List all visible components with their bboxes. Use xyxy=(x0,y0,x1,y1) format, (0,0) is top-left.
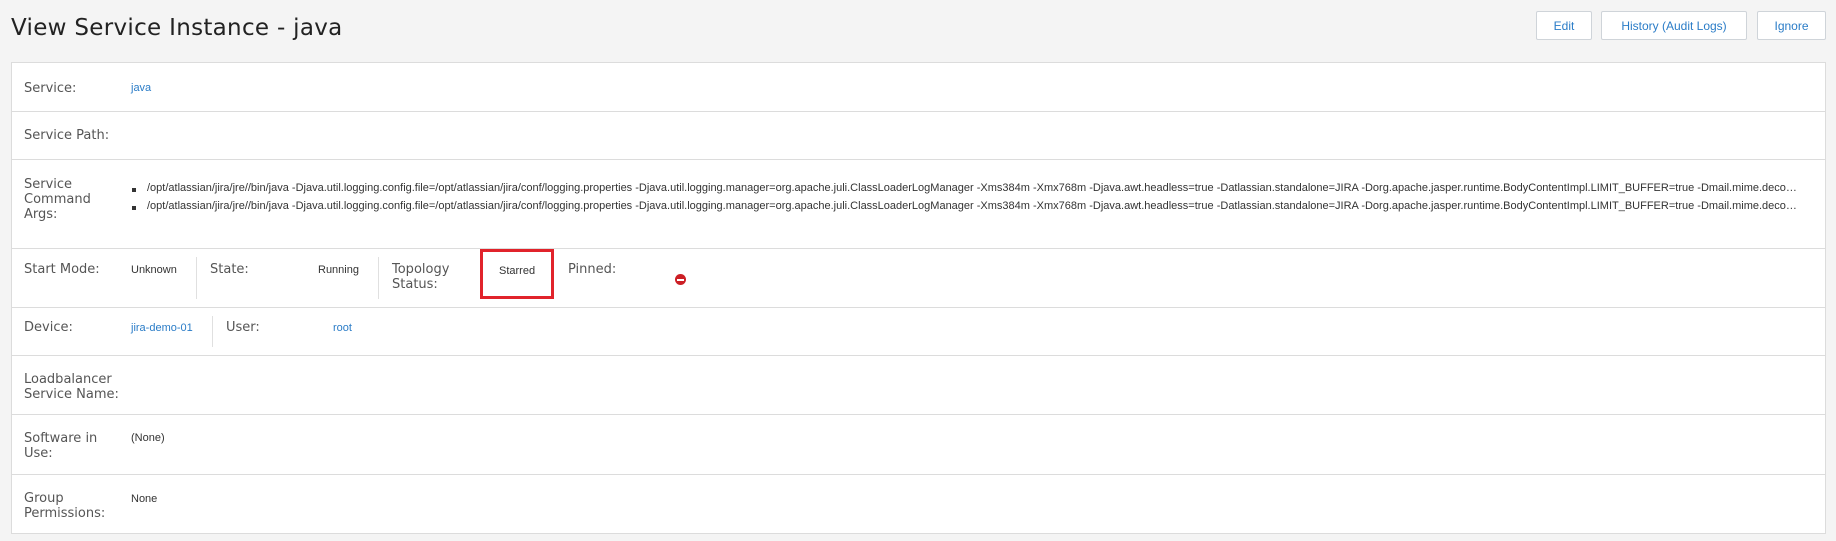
topology-status-label-line1: Topology xyxy=(392,262,450,277)
service-path-label: Service Path: xyxy=(24,128,110,143)
software-label-line1: Software in xyxy=(24,431,98,446)
group-permissions-label-line1: Group xyxy=(24,491,64,506)
device-label: Device: xyxy=(24,320,73,335)
start-mode-value: Unknown xyxy=(131,264,177,276)
command-args-row: Service Command Args: /opt/atlassian/jir… xyxy=(12,160,1825,249)
group-permissions-label-line2: Permissions: xyxy=(24,506,106,521)
pinned-label: Pinned: xyxy=(568,262,617,277)
group-permissions-value: None xyxy=(131,493,158,505)
page: View Service Instance - java Edit Histor… xyxy=(0,0,1836,541)
history-audit-logs-button[interactable]: History (Audit Logs) xyxy=(1601,11,1747,40)
command-args-item: /opt/atlassian/jira/jre//bin/java -Djava… xyxy=(131,182,1797,200)
remove-circle-icon[interactable] xyxy=(675,274,686,285)
command-args-label: Service Command Args: xyxy=(24,177,91,222)
state-value: Running xyxy=(318,264,359,276)
software-label-line2: Use: xyxy=(24,446,53,461)
software-value: (None) xyxy=(131,432,165,444)
device-row: Device: jira-demo-01 User: root xyxy=(12,308,1825,356)
loadbalancer-label-line2: Service Name: xyxy=(24,387,119,402)
command-args-item: /opt/atlassian/jira/jre//bin/java -Djava… xyxy=(131,200,1797,218)
service-row: Service: java xyxy=(12,63,1825,112)
loadbalancer-row: Loadbalancer Service Name: xyxy=(12,356,1825,415)
page-title: View Service Instance - java xyxy=(11,15,343,41)
service-path-row: Service Path: xyxy=(12,112,1825,160)
divider xyxy=(212,316,213,347)
loadbalancer-label: Loadbalancer Service Name: xyxy=(24,372,119,402)
user-label: User: xyxy=(226,320,260,335)
loadbalancer-label-line1: Loadbalancer xyxy=(24,372,112,387)
command-args-list: /opt/atlassian/jira/jre//bin/java -Djava… xyxy=(131,182,1797,218)
status-row: Start Mode: Unknown State: Running Topol… xyxy=(12,249,1825,308)
group-permissions-row: Group Permissions: None xyxy=(12,475,1825,535)
service-details-panel: Service: java Service Path: Service Comm… xyxy=(11,62,1826,534)
topology-status-label: Topology Status: xyxy=(392,262,449,292)
topology-status-label-line2: Status: xyxy=(392,277,438,292)
group-permissions-label: Group Permissions: xyxy=(24,491,105,521)
software-row: Software in Use: (None) xyxy=(12,415,1825,475)
edit-button[interactable]: Edit xyxy=(1536,11,1592,40)
service-link[interactable]: java xyxy=(131,82,151,94)
ignore-button[interactable]: Ignore xyxy=(1757,11,1826,40)
state-label: State: xyxy=(210,262,249,277)
divider xyxy=(378,257,379,299)
service-label: Service: xyxy=(24,81,77,96)
topology-status-value: Starred xyxy=(499,265,536,277)
software-label: Software in Use: xyxy=(24,431,97,461)
divider xyxy=(196,257,197,299)
user-link[interactable]: root xyxy=(333,322,352,334)
device-link[interactable]: jira-demo-01 xyxy=(131,322,193,334)
start-mode-label: Start Mode: xyxy=(24,262,100,277)
